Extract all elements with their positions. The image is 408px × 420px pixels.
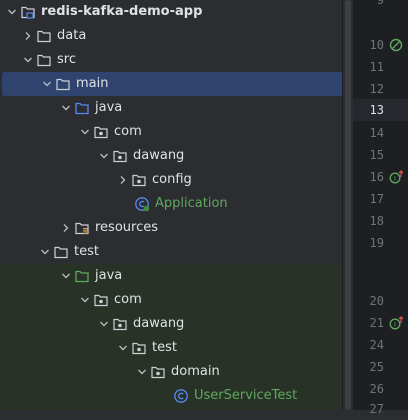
tree-item-src[interactable]: src [0,48,76,72]
chevron-down-icon[interactable] [77,292,93,308]
chevron-down-icon[interactable] [134,364,150,380]
implemented-gutter-icon[interactable]: I [388,315,404,331]
tree-item-dawang-main[interactable]: dawang [0,144,184,168]
test-root-folder-icon [74,268,90,284]
tree-item-label: dawang [133,148,185,163]
tree-item-test[interactable]: test [0,240,99,264]
chevron-down-icon[interactable] [4,4,20,20]
tree-item-test-package[interactable]: test [0,336,342,360]
tree-item-label: src [57,52,76,67]
folder-icon [55,76,71,92]
tree-item-java-main[interactable]: java [0,96,122,120]
resources-folder-icon [74,220,90,236]
package-icon [93,124,109,140]
tree-item-label: redis-kafka-demo-app [41,4,203,19]
chevron-down-icon[interactable] [20,52,36,68]
tree-item-label: config [152,172,192,187]
tree-item-label: java [95,100,123,115]
tree-item-label: data [57,28,87,43]
tree-item-label: UserServiceTest [194,388,298,403]
tree-item-config[interactable]: config [0,168,192,192]
line-number: 27 [369,402,384,416]
module-folder-icon [20,4,36,20]
line-number: 19 [369,236,384,250]
line-number: 25 [369,360,384,374]
spring-bean-gutter-icon[interactable] [388,37,404,53]
tree-item-label: com [114,124,142,139]
line-number-current: 13 [369,103,384,117]
chevron-down-icon[interactable] [96,148,112,164]
chevron-down-icon[interactable] [77,124,93,140]
package-icon [150,364,166,380]
chevron-down-icon[interactable] [58,268,74,284]
tree-item-label: main [76,76,109,91]
tree-item-com-main[interactable]: com [0,120,142,144]
svg-text:I: I [394,321,396,329]
tree-item-dawang-test[interactable]: dawang [0,312,342,336]
line-number: 11 [369,60,384,74]
tree-item-main[interactable]: main [2,72,342,96]
line-number: 10 [369,38,384,52]
package-icon [112,316,128,332]
chevron-down-icon[interactable] [39,76,55,92]
tree-item-user-service-test[interactable]: UserServiceTest [0,384,342,408]
package-icon [131,340,147,356]
tree-item-label: resources [95,220,159,235]
chevron-down-icon[interactable] [37,244,53,260]
package-icon [93,292,109,308]
tree-item-label: test [152,340,177,355]
tree-item-label: dawang [133,316,185,331]
line-number: 16 [369,170,384,184]
chevron-down-icon[interactable] [96,316,112,332]
tree-item-label: com [114,292,142,307]
line-number: 18 [369,214,384,228]
tree-item-label: java [95,268,123,283]
chevron-down-icon[interactable] [115,340,131,356]
folder-icon [36,28,52,44]
implemented-gutter-icon[interactable]: I [388,169,404,185]
tree-item-domain[interactable]: domain [0,360,342,384]
line-number: 14 [369,126,384,140]
package-icon [112,148,128,164]
line-number: 9 [376,0,384,7]
line-number: 17 [369,192,384,206]
chevron-right-icon[interactable] [115,172,131,188]
class-icon [173,388,189,404]
svg-text:I: I [394,175,396,183]
tree-item-data[interactable]: data [0,24,86,48]
line-number: 24 [369,338,384,352]
project-tree: redis-kafka-demo-app data src main java … [0,0,342,410]
chevron-down-icon[interactable] [58,100,74,116]
tree-item-application[interactable]: Application [0,192,228,216]
line-number: 15 [369,148,384,162]
tree-item-java-test[interactable]: java [0,264,342,288]
tree-item-label: domain [171,364,220,379]
tree-item-com-test[interactable]: com [0,288,342,312]
chevron-right-icon[interactable] [20,28,36,44]
tree-item-label: test [74,244,99,259]
tree-item-label: Application [155,196,228,211]
line-number: 21 [369,316,384,330]
folder-icon [36,52,52,68]
line-number: 12 [369,82,384,96]
chevron-right-icon[interactable] [58,220,74,236]
scrollbar-thumb[interactable] [345,0,351,410]
tree-item-root[interactable]: redis-kafka-demo-app [0,0,202,24]
tree-item-resources[interactable]: resources [0,216,158,240]
source-root-folder-icon [74,100,90,116]
spring-boot-class-icon [134,196,150,212]
line-number: 20 [369,294,384,308]
package-icon [131,172,147,188]
line-number: 26 [369,382,384,396]
folder-icon [53,244,69,260]
